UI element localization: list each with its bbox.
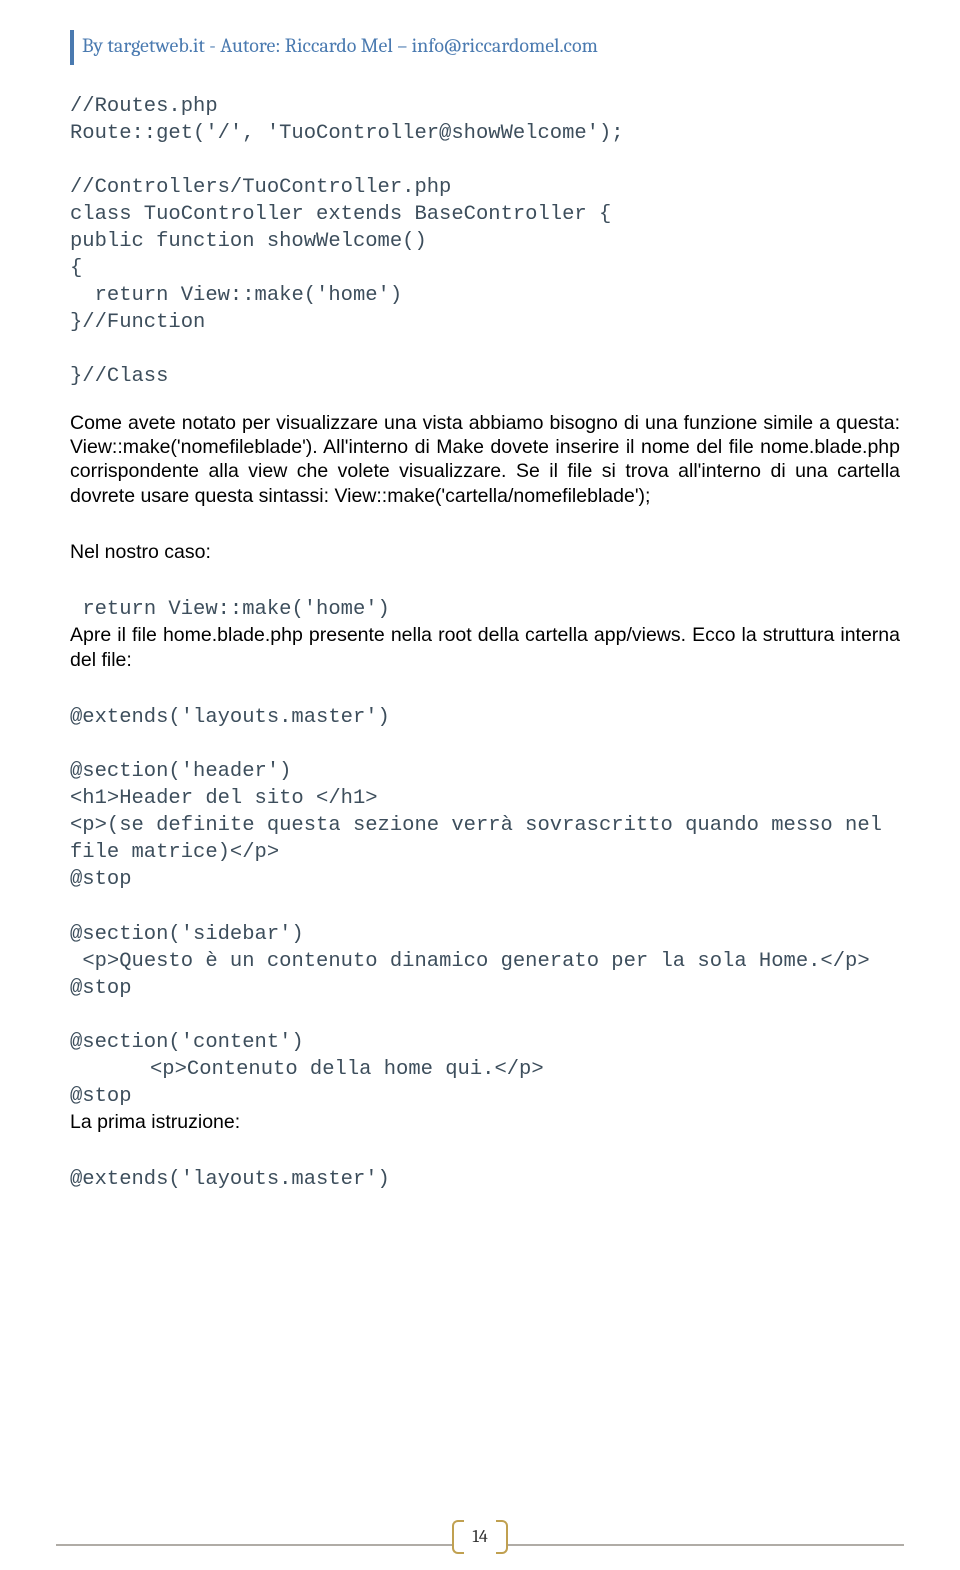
paragraph-2: Nel nostro caso: [70, 540, 900, 564]
code-block-3: @extends('layouts.master') @section('hea… [70, 704, 900, 1056]
footer-line-left [56, 1544, 452, 1546]
bracket-right-icon [496, 1520, 508, 1554]
code-block-1: //Routes.php Route::get('/', 'TuoControl… [70, 93, 900, 391]
page-number: 14 [464, 1523, 495, 1551]
code-block-3-indent: <p>Contenuto della home qui.</p> [70, 1056, 900, 1083]
page-header: By targetweb.it - Autore: Riccardo Mel –… [70, 30, 900, 65]
header-accent-line [70, 30, 74, 65]
page-footer: 14 [0, 1520, 960, 1554]
code-block-4: @extends('layouts.master') [70, 1166, 900, 1193]
paragraph-4: La prima istruzione: [70, 1110, 900, 1134]
code-block-3-end: @stop [70, 1083, 900, 1110]
code-block-2: return View::make('home') [70, 596, 900, 623]
header-text: By targetweb.it - Autore: Riccardo Mel –… [82, 30, 598, 65]
document-page: By targetweb.it - Autore: Riccardo Mel –… [0, 0, 960, 1570]
paragraph-3: Apre il file home.blade.php presente nel… [70, 623, 900, 672]
bracket-left-icon [452, 1520, 464, 1554]
paragraph-1: Come avete notato per visualizzare una v… [70, 411, 900, 509]
footer-line-right [508, 1544, 904, 1546]
